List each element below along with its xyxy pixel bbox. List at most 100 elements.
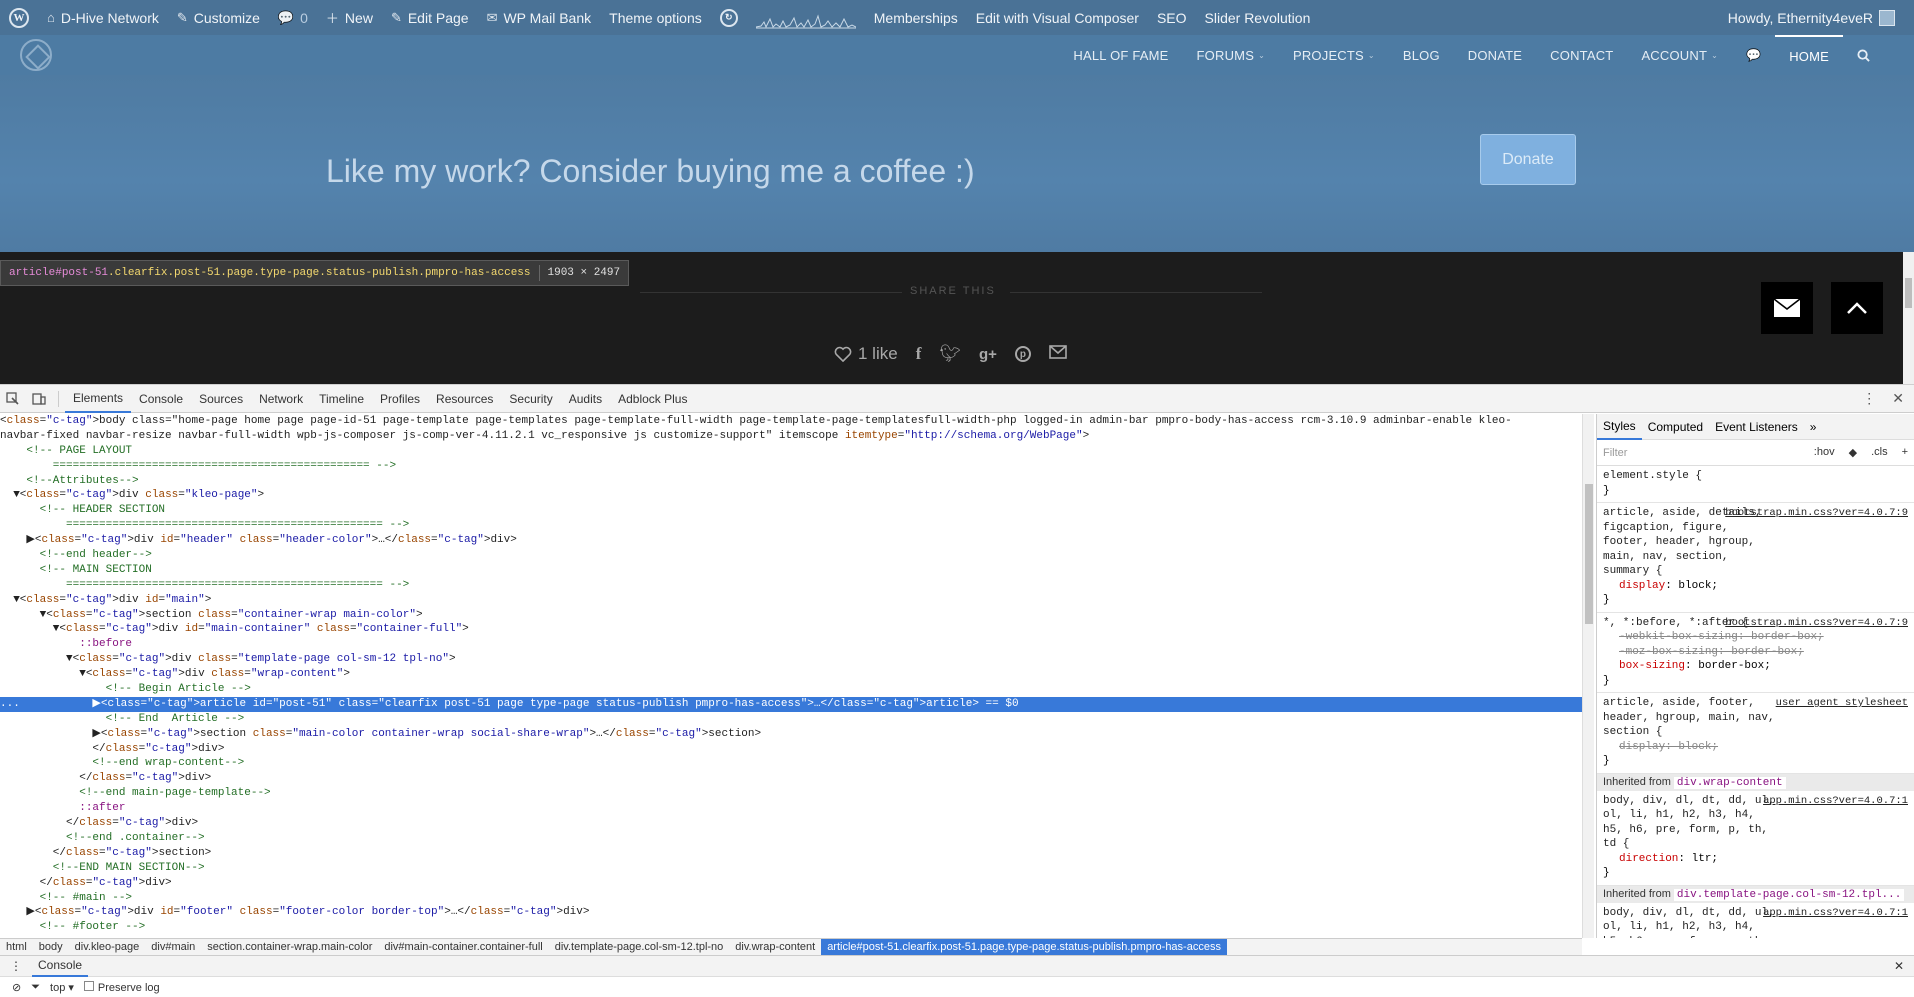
dom-node-line[interactable]: <!-- #footer --> bbox=[0, 920, 1582, 935]
filter-input[interactable]: Filter bbox=[1603, 447, 1627, 459]
comments-link[interactable]: 💬 0 bbox=[269, 0, 317, 35]
nav-item-hall-of-fame[interactable]: HALL OF FAME bbox=[1059, 35, 1182, 75]
css-property[interactable]: display: block; bbox=[1603, 740, 1908, 755]
dom-node-line[interactable]: <!-- HEADER SECTION bbox=[0, 503, 1582, 518]
dom-node-line[interactable]: <!-- PAGE LAYOUT bbox=[0, 444, 1582, 459]
dom-node-line[interactable]: ▼<class="c-tag">div id="main-container" … bbox=[0, 622, 1582, 637]
email-share-icon[interactable] bbox=[1049, 344, 1067, 364]
css-property[interactable]: -webkit-box-sizing: border-box; bbox=[1603, 630, 1908, 645]
clear-console-icon[interactable]: ⊘ bbox=[12, 981, 21, 994]
tab-audits[interactable]: Audits bbox=[561, 385, 610, 413]
new-content-menu[interactable]: ＋ New bbox=[317, 0, 382, 35]
dom-node-line[interactable]: <!--end .container--> bbox=[0, 831, 1582, 846]
tab-console[interactable]: Console bbox=[131, 385, 191, 413]
drawer-menu-icon[interactable]: ⋮ bbox=[0, 959, 32, 973]
visual-composer-link[interactable]: Edit with Visual Composer bbox=[967, 0, 1148, 35]
breadcrumb-item[interactable]: body bbox=[33, 939, 69, 955]
pinterest-icon[interactable]: p bbox=[1014, 346, 1031, 362]
filter-icon[interactable]: ⏷ bbox=[31, 981, 40, 994]
tab-computed[interactable]: Computed bbox=[1642, 414, 1709, 440]
rule-source-link[interactable]: bootstrap.min.css?ver=4.0.7:9 bbox=[1725, 506, 1908, 521]
memberships-menu[interactable]: Memberships bbox=[865, 0, 967, 35]
breadcrumb-item[interactable]: div.kleo-page bbox=[69, 939, 146, 955]
dom-node-line[interactable]: ▶<class="c-tag">div id="header" class="h… bbox=[0, 533, 1582, 548]
breadcrumb-item[interactable]: div#main bbox=[145, 939, 201, 955]
dom-node-line[interactable]: ▼<class="c-tag">section class="container… bbox=[0, 608, 1582, 623]
dom-node-line[interactable]: ▶<class="c-tag">div id="footer" class="f… bbox=[0, 905, 1582, 920]
tab-event-listeners[interactable]: Event Listeners bbox=[1709, 414, 1804, 440]
preserve-log-checkbox[interactable]: Preserve log bbox=[83, 980, 160, 994]
css-rule[interactable]: bootstrap.min.css?ver=4.0.7:9 *, *:before… bbox=[1597, 613, 1914, 693]
dom-node-line[interactable]: <!-- MAIN SECTION bbox=[0, 563, 1582, 578]
nav-item-chat[interactable]: 💬 bbox=[1732, 35, 1775, 75]
dom-node-line[interactable]: navbar-fixed navbar-resize navbar-full-w… bbox=[0, 429, 1582, 444]
device-mode-icon[interactable] bbox=[26, 385, 52, 413]
dom-node-selected[interactable]: ... ▶<class="c-tag">article id="post-51"… bbox=[0, 696, 1582, 712]
nav-item-contact[interactable]: CONTACT bbox=[1536, 35, 1627, 75]
breadcrumb-item[interactable]: section.container-wrap.main-color bbox=[201, 939, 378, 955]
dom-node-line[interactable]: ▼<class="c-tag">div id="main"> bbox=[0, 593, 1582, 608]
dom-node-line[interactable]: ========================================… bbox=[0, 459, 1582, 474]
rule-source-link[interactable]: user agent stylesheet bbox=[1776, 696, 1908, 711]
dom-node-line[interactable]: </class="c-tag">div> bbox=[0, 876, 1582, 891]
dom-node-line[interactable]: <class="c-tag">body class="home-page hom… bbox=[0, 414, 1582, 429]
dom-node-line[interactable]: </class="c-tag">section> bbox=[0, 846, 1582, 861]
breadcrumb-item[interactable]: html bbox=[0, 939, 33, 955]
stats-sparkline[interactable] bbox=[747, 0, 865, 35]
tab-resources[interactable]: Resources bbox=[428, 385, 501, 413]
tab-styles[interactable]: Styles bbox=[1597, 414, 1642, 440]
inherited-ref-link[interactable]: div.wrap-content bbox=[1673, 776, 1786, 789]
back-to-top-button[interactable] bbox=[1831, 282, 1883, 334]
dom-node-line[interactable]: ▼<class="c-tag">div class="kleo-page"> bbox=[0, 488, 1582, 503]
site-name-menu[interactable]: ⌂ D-Hive Network bbox=[38, 0, 168, 35]
dom-node-line[interactable]: ========================================… bbox=[0, 578, 1582, 593]
css-rule[interactable]: app.min.css?ver=4.0.7:1 body, div, dl, dt… bbox=[1597, 903, 1914, 939]
dom-node-line[interactable]: <!-- #main --> bbox=[0, 891, 1582, 906]
css-rule[interactable]: app.min.css?ver=4.0.7:1 body, div, dl, dt… bbox=[1597, 791, 1914, 886]
nav-item-account[interactable]: ACCOUNT ⌄ bbox=[1627, 35, 1732, 75]
tab-elements[interactable]: Elements bbox=[65, 385, 132, 413]
hover-state-toggle[interactable]: :hov bbox=[1814, 446, 1835, 459]
tab-sources[interactable]: Sources bbox=[191, 385, 251, 413]
css-property[interactable]: -moz-box-sizing: border-box; bbox=[1603, 645, 1908, 660]
nav-item-donate[interactable]: DONATE bbox=[1454, 35, 1536, 75]
tab-profiles[interactable]: Profiles bbox=[372, 385, 428, 413]
css-rule[interactable]: bootstrap.min.css?ver=4.0.7:9 article, as… bbox=[1597, 503, 1914, 613]
google-plus-icon[interactable]: g+ bbox=[979, 346, 997, 363]
facebook-icon[interactable]: f bbox=[916, 344, 922, 364]
drawer-tab-console[interactable]: Console bbox=[32, 956, 89, 977]
nav-item-forums[interactable]: FORUMS ⌄ bbox=[1183, 35, 1279, 75]
dom-node-line[interactable]: </class="c-tag">div> bbox=[0, 742, 1582, 757]
theme-options-link[interactable]: Theme options bbox=[600, 0, 711, 35]
css-rule[interactable]: user agent stylesheet article, aside, foo… bbox=[1597, 693, 1914, 774]
breadcrumb-item[interactable]: article#post-51.clearfix.post-51.page.ty… bbox=[821, 939, 1227, 955]
inspect-element-icon[interactable] bbox=[0, 385, 26, 413]
edit-page-link[interactable]: ✎ Edit Page bbox=[382, 0, 478, 35]
page-scrollbar[interactable] bbox=[1903, 252, 1914, 384]
dom-node-line[interactable]: ▼<class="c-tag">div class="wrap-content"… bbox=[0, 667, 1582, 682]
slider-revolution-menu[interactable]: Slider Revolution bbox=[1196, 0, 1320, 35]
nav-item-blog[interactable]: BLOG bbox=[1389, 35, 1454, 75]
inherited-ref-link[interactable]: div.template-page.col-sm-12.tpl... bbox=[1673, 888, 1905, 901]
breadcrumb-item[interactable]: div.wrap-content bbox=[729, 939, 821, 955]
dom-node-line[interactable]: <!-- Begin Article --> bbox=[0, 682, 1582, 697]
breadcrumb-item[interactable]: div.template-page.col-sm-12.tpl-no bbox=[549, 939, 730, 955]
customize-link[interactable]: ✎ Customize bbox=[168, 0, 269, 35]
wp-logo-menu[interactable]: W bbox=[0, 0, 38, 35]
elements-tree[interactable]: <class="c-tag">body class="home-page hom… bbox=[0, 414, 1582, 938]
close-icon[interactable]: ✕ bbox=[1894, 959, 1914, 973]
donate-button[interactable]: Donate bbox=[1480, 134, 1576, 185]
color-format-icon[interactable]: ◆ bbox=[1849, 446, 1857, 459]
tab-security[interactable]: Security bbox=[501, 385, 560, 413]
css-property[interactable]: box-sizing: border-box; bbox=[1603, 659, 1908, 674]
dom-node-line[interactable]: <!--Attributes--> bbox=[0, 474, 1582, 489]
add-rule-icon[interactable]: + bbox=[1902, 446, 1908, 459]
dom-node-line[interactable]: <!-- End Article --> bbox=[0, 712, 1582, 727]
tab-timeline[interactable]: Timeline bbox=[311, 385, 372, 413]
nav-item-projects[interactable]: PROJECTS ⌄ bbox=[1279, 35, 1389, 75]
context-select[interactable]: top ▾ bbox=[50, 981, 74, 994]
like-button[interactable]: 1 like bbox=[834, 344, 898, 364]
dom-node-line[interactable]: ::after bbox=[0, 801, 1582, 816]
rule-source-link[interactable]: app.min.css?ver=4.0.7:1 bbox=[1763, 794, 1908, 809]
dom-node-line[interactable]: ▼<class="c-tag">div class="template-page… bbox=[0, 652, 1582, 667]
